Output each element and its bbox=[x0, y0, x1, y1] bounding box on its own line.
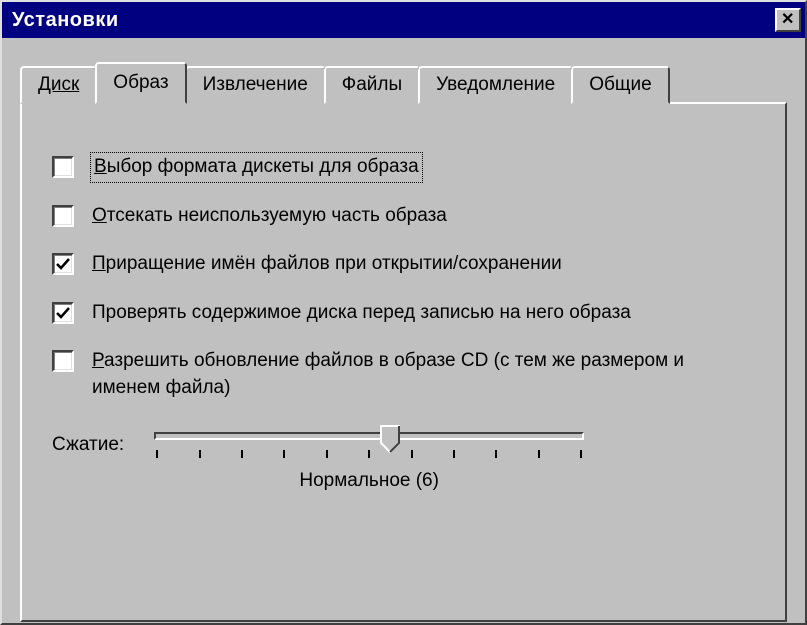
titlebar: Установки ✕ bbox=[2, 2, 805, 38]
window-title: Установки bbox=[12, 9, 775, 32]
tab-label: Извлечение bbox=[203, 74, 308, 95]
label-text: жатие: bbox=[66, 434, 124, 455]
option-row: Отсекать неиспользуемую часть образа bbox=[52, 203, 755, 230]
tick bbox=[156, 450, 158, 458]
slider-value-text: Нормальное (6) bbox=[154, 470, 584, 492]
option-row: Приращение имён файлов при открытии/сохр… bbox=[52, 251, 755, 278]
tab-image[interactable]: Образ bbox=[95, 62, 186, 104]
tab-label: Образ bbox=[113, 72, 168, 93]
checkbox-label[interactable]: Разрешить обновление файлов в образе CD … bbox=[92, 348, 712, 401]
checkbox-label[interactable]: Отсекать неиспользуемую часть образа bbox=[92, 203, 447, 230]
client-area: Диск Образ Извлечение Файлы Уведомление … bbox=[2, 38, 805, 622]
tab-label: Уведомление bbox=[436, 74, 555, 95]
slider-label: Сжатие: bbox=[52, 432, 124, 456]
checkbox-floppy-format[interactable] bbox=[52, 156, 74, 178]
mnemonic: С bbox=[52, 434, 66, 455]
tick bbox=[580, 450, 582, 458]
tick bbox=[495, 450, 497, 458]
compression-slider[interactable]: Нормальное (6) bbox=[154, 432, 584, 492]
tab-label: Диск bbox=[38, 74, 79, 95]
label-text: ыбор формата дискеты для образа bbox=[107, 156, 419, 177]
slider-thumb[interactable] bbox=[380, 425, 400, 453]
label-text: риращение имён файлов при открытии/сохра… bbox=[106, 253, 562, 274]
tab-panel-image: Выбор формата дискеты для образа Отсекат… bbox=[20, 102, 787, 622]
label-text: азрешить обновление файлов в образе CD (… bbox=[92, 350, 684, 398]
option-row: Проверять содержимое диска перед записью… bbox=[52, 300, 755, 327]
checkbox-verify-disc[interactable] bbox=[52, 302, 74, 324]
checkbox-label[interactable]: Проверять содержимое диска перед записью… bbox=[92, 300, 631, 327]
tick bbox=[283, 450, 285, 458]
tick bbox=[241, 450, 243, 458]
mnemonic: Р bbox=[92, 350, 104, 371]
slider-row: Сжатие: bbox=[52, 432, 755, 492]
checkbox-allow-update[interactable] bbox=[52, 350, 74, 372]
tab-label: Общие bbox=[589, 74, 651, 95]
label-text: тсекать неиспользуемую часть образа bbox=[107, 205, 447, 226]
slider-ticks bbox=[154, 450, 584, 462]
tick bbox=[538, 450, 540, 458]
label-text: Проверять содержимое диска перед записью… bbox=[92, 302, 631, 323]
tab-general[interactable]: Общие bbox=[571, 66, 669, 104]
tick bbox=[326, 450, 328, 458]
tab-extract[interactable]: Извлечение bbox=[185, 66, 326, 104]
option-row: Разрешить обновление файлов в образе CD … bbox=[52, 348, 755, 401]
checkbox-trim-unused[interactable] bbox=[52, 205, 74, 227]
tick bbox=[199, 450, 201, 458]
check-icon bbox=[55, 305, 71, 321]
tab-label: Файлы bbox=[342, 74, 402, 95]
mnemonic: В bbox=[94, 156, 107, 177]
option-row: Выбор формата дискеты для образа bbox=[52, 154, 755, 181]
slider-track[interactable] bbox=[154, 432, 584, 440]
tab-strip: Диск Образ Извлечение Файлы Уведомление … bbox=[20, 62, 787, 104]
tab-notify[interactable]: Уведомление bbox=[418, 66, 573, 104]
close-icon: ✕ bbox=[781, 12, 795, 28]
close-button[interactable]: ✕ bbox=[775, 8, 801, 32]
checkbox-label[interactable]: Выбор формата дискеты для образа bbox=[92, 154, 421, 181]
tick bbox=[411, 450, 413, 458]
checkbox-increment-names[interactable] bbox=[52, 253, 74, 275]
check-icon bbox=[55, 256, 71, 272]
tab-files[interactable]: Файлы bbox=[324, 66, 420, 104]
checkbox-label[interactable]: Приращение имён файлов при открытии/сохр… bbox=[92, 251, 562, 278]
tab-disk[interactable]: Диск bbox=[20, 66, 97, 104]
mnemonic: О bbox=[92, 205, 107, 226]
settings-window: Установки ✕ Диск Образ Извлечение Файлы … bbox=[0, 0, 807, 625]
thumb-icon bbox=[380, 425, 400, 453]
tick bbox=[368, 450, 370, 458]
mnemonic: П bbox=[92, 253, 106, 274]
tick bbox=[453, 450, 455, 458]
